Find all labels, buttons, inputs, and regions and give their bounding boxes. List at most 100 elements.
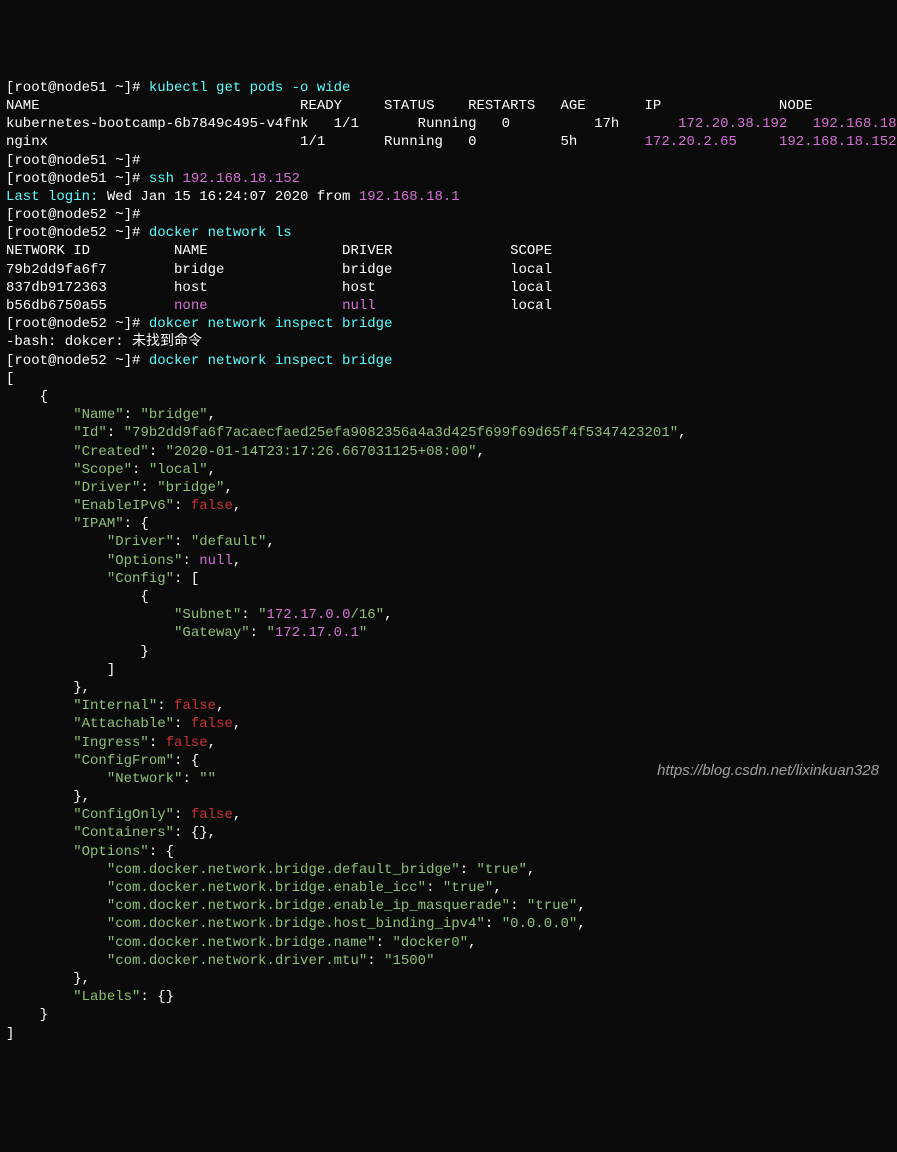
json-brace: : {: [149, 844, 174, 860]
last-login-ip: 192.168.18.1: [359, 189, 460, 205]
json-brace: : {},: [174, 825, 216, 841]
ip-value: 172.20.38.192: [678, 116, 787, 132]
network-name: none: [174, 298, 208, 314]
json-key: "com.docker.network.bridge.name": [6, 935, 376, 951]
json-colon: :: [485, 916, 502, 932]
json-key: "Internal": [6, 698, 157, 714]
json-bracket: [: [6, 371, 14, 387]
table-row: kubernetes-bootcamp-6b7849c495-v4fnk 1/1…: [6, 116, 678, 132]
command-text: dokcer network inspect bridge: [149, 316, 393, 332]
json-colon: :: [250, 625, 267, 641]
json-bool: false: [166, 735, 208, 751]
command-text: docker network inspect bridge: [149, 353, 393, 369]
json-key: "Containers": [6, 825, 174, 841]
gateway-ip: 172.17.0.1: [275, 625, 359, 641]
prompt: [root@node52 ~]#: [6, 207, 149, 223]
json-key: "Name": [6, 407, 124, 423]
terminal-output[interactable]: [root@node51 ~]# kubectl get pods -o wid…: [6, 79, 891, 1043]
json-colon: :: [182, 771, 199, 787]
json-brace: },: [6, 680, 90, 696]
json-comma: ,: [233, 807, 241, 823]
json-comma: ,: [577, 898, 585, 914]
json-key: "Scope": [6, 462, 132, 478]
json-value: "default": [191, 534, 267, 550]
json-comma: ,: [208, 462, 216, 478]
json-colon: :: [157, 698, 174, 714]
command-text: ssh: [149, 171, 183, 187]
json-brace: : {: [124, 516, 149, 532]
json-comma: ,: [224, 480, 232, 496]
json-colon: :: [149, 735, 166, 751]
watermark-text: https://blog.csdn.net/lixinkuan328: [657, 761, 879, 781]
prompt: [root@node52 ~]#: [6, 225, 149, 241]
json-colon: :: [140, 480, 157, 496]
json-value: "2020-01-14T23:17:26.667031125+08:00": [166, 444, 477, 460]
subnet-ip: 172.17.0.0: [266, 607, 350, 623]
json-value: "0.0.0.0": [502, 916, 578, 932]
ip-value: 172.20.2.65: [645, 134, 737, 150]
last-login-label: Last login:: [6, 189, 98, 205]
node-value: 192.168.18.153: [813, 116, 897, 132]
table-row: 79b2dd9fa6f7 bridge bridge local: [6, 262, 552, 278]
json-bool: false: [174, 698, 216, 714]
json-null: null: [199, 553, 233, 569]
json-comma: ,: [493, 880, 501, 896]
json-comma: ,: [208, 407, 216, 423]
table-row: 837db9172363 host host local: [6, 280, 552, 296]
command-text: docker network ls: [149, 225, 292, 241]
json-colon: :: [174, 498, 191, 514]
last-login-time: Wed Jan 15 16:24:07 2020 from: [98, 189, 358, 205]
json-key: "com.docker.network.bridge.enable_ip_mas…: [6, 898, 510, 914]
prompt: [root@node51 ~]#: [6, 153, 149, 169]
network-driver: null: [342, 298, 376, 314]
json-comma: ,: [233, 716, 241, 732]
json-brace: : {: [174, 753, 199, 769]
json-value: "79b2dd9fa6f7acaecfaed25efa9082356a4a3d4…: [124, 425, 679, 441]
json-value: "1500": [384, 953, 434, 969]
json-key: "Network": [6, 771, 182, 787]
json-value: "local": [149, 462, 208, 478]
json-value: "bridge": [140, 407, 207, 423]
json-key: "IPAM": [6, 516, 124, 532]
json-key: "Driver": [6, 534, 174, 550]
json-key: "com.docker.network.bridge.host_binding_…: [6, 916, 485, 932]
json-bracket: ]: [6, 1026, 14, 1042]
json-comma: ,: [678, 425, 686, 441]
json-key: "Config": [6, 571, 174, 587]
json-key: "ConfigOnly": [6, 807, 174, 823]
json-brace: },: [6, 789, 90, 805]
json-colon: :: [376, 935, 393, 951]
json-brace: }: [6, 1007, 48, 1023]
json-key: "Options": [6, 844, 149, 860]
json-value: "true": [527, 898, 577, 914]
json-colon: :: [241, 607, 258, 623]
json-key: "ConfigFrom": [6, 753, 174, 769]
json-comma: ,: [577, 916, 585, 932]
json-comma: ,: [208, 735, 216, 751]
prompt: [root@node51 ~]#: [6, 80, 149, 96]
spacer: [737, 134, 779, 150]
json-bracket: : [: [174, 571, 199, 587]
node-value: 192.168.18.152: [779, 134, 897, 150]
json-colon: :: [510, 898, 527, 914]
json-value: "": [199, 771, 216, 787]
table-header: NETWORK ID NAME DRIVER SCOPE: [6, 243, 552, 259]
json-bool: false: [191, 807, 233, 823]
json-colon: :: [367, 953, 384, 969]
json-quote: ": [266, 625, 274, 641]
json-comma: ,: [384, 607, 392, 623]
ssh-ip: 192.168.18.152: [182, 171, 300, 187]
json-comma: ,: [477, 444, 485, 460]
json-brace: : {}: [140, 989, 174, 1005]
json-value: "bridge": [157, 480, 224, 496]
json-colon: :: [182, 553, 199, 569]
json-key: "Labels": [6, 989, 140, 1005]
error-text: -bash: dokcer: 未找到命令: [6, 334, 202, 350]
json-key: "Ingress": [6, 735, 149, 751]
json-bool: false: [191, 716, 233, 732]
json-key: "Driver": [6, 480, 140, 496]
json-key: "Subnet": [6, 607, 241, 623]
json-value: "true": [443, 880, 493, 896]
table-row-id: b56db6750a55: [6, 298, 174, 314]
prompt: [root@node52 ~]#: [6, 316, 149, 332]
